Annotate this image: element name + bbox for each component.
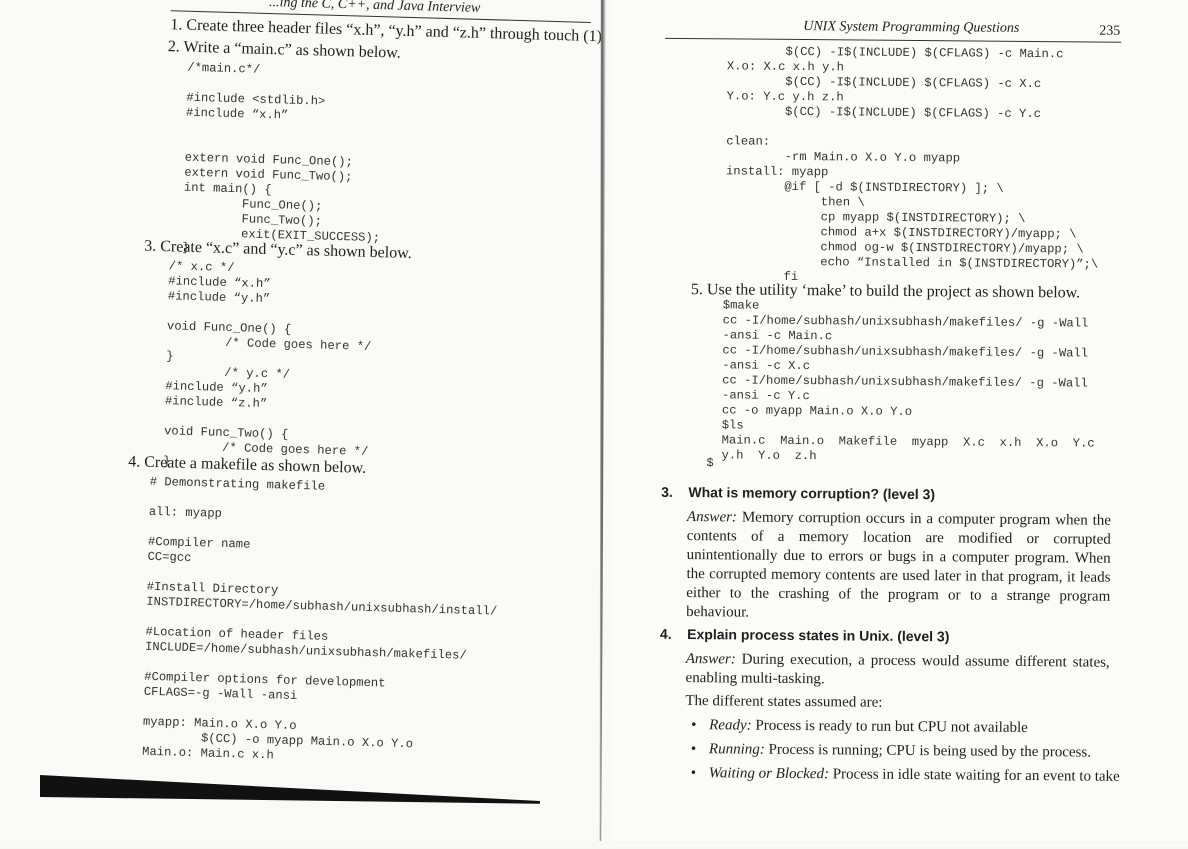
code-makefile: # Demonstrating makefile all: myapp #Com… <box>141 474 498 763</box>
question-4-answer: Answer: During execution, a process woul… <box>685 651 1110 688</box>
states-intro: The different states assumed are: <box>685 693 883 711</box>
code-main-c: /*main.c*/ #include <stdlib.h> #include … <box>182 60 381 255</box>
shell-prompt: $ <box>706 456 714 471</box>
code-make-output: $make cc -I/home/subhash/unixsubhash/mak… <box>721 298 1095 464</box>
code-makefile-continued: $(CC) -I$(INCLUDE) $(CFLAGS) -c Main.c X… <box>725 44 1099 285</box>
code-x-y-c: /* x.c */ #include “x.h” #include “y.h” … <box>163 259 372 469</box>
page-number: 235 <box>1099 23 1121 39</box>
question-3-answer: Answer: Memory corruption occurs in a co… <box>686 509 1112 621</box>
state-ready: • Ready: Process is ready to run but CPU … <box>691 717 1028 737</box>
header-rule-right <box>665 37 1122 43</box>
left-page: ...ing the C, C++, and Java Interview 1.… <box>0 0 610 841</box>
bullet-icon: • <box>690 741 697 758</box>
state-running: • Running: Process is running; CPU is bei… <box>690 741 1092 761</box>
question-3-heading: 3. What is memory corruption? (level 3) <box>661 483 936 503</box>
state-waiting: • Waiting or Blocked: Process in idle sta… <box>690 765 1120 785</box>
question-4-heading: 4. Explain process states in Unix. (leve… <box>659 625 950 645</box>
step-2: 2. Write a “main.c” as shown below. <box>167 38 402 62</box>
bullet-icon: • <box>690 765 697 782</box>
right-page: UNIX System Programming Questions 235 $(… <box>612 0 1188 841</box>
bullet-icon: • <box>691 717 697 734</box>
running-head-right: UNIX System Programming Questions <box>803 19 1020 36</box>
